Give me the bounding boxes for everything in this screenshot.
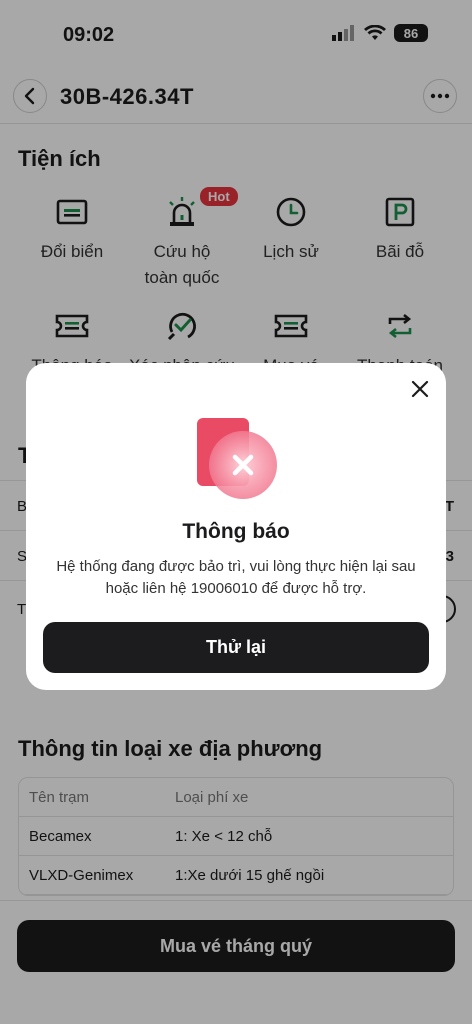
close-icon: [411, 380, 429, 398]
dialog-message: Hệ thống đang được bảo trì, vui lòng thự…: [56, 558, 416, 597]
error-card-icon: [197, 418, 277, 499]
dialog-title: Thông báo: [182, 520, 290, 543]
maintenance-dialog: Thông báo Hệ thống đang được bảo trì, vu…: [26, 363, 446, 690]
retry-button[interactable]: Thử lại: [43, 622, 429, 673]
close-button[interactable]: [408, 377, 432, 401]
